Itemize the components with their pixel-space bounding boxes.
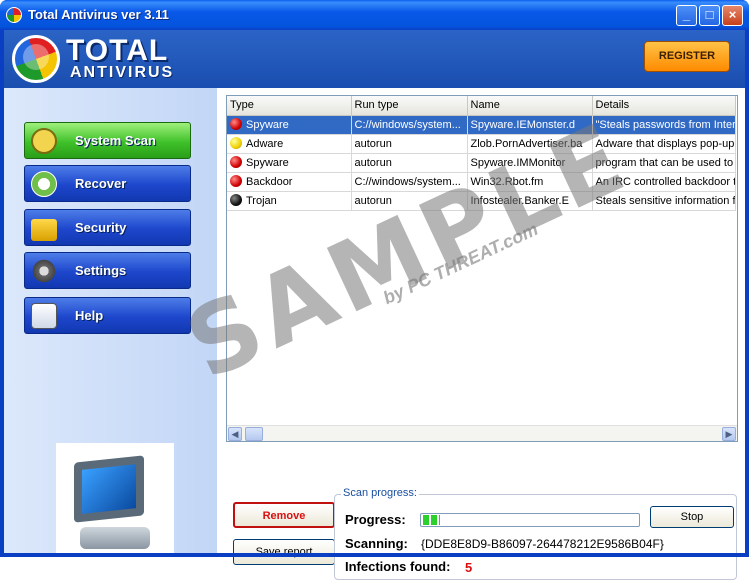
table-header-row: Type Run type Name Details	[227, 96, 736, 116]
recover-clock-icon	[31, 171, 57, 197]
type-text: Trojan	[246, 195, 277, 207]
gear-icon	[31, 258, 57, 284]
details-cell: program that can be used to	[592, 153, 736, 173]
table-row[interactable]: Spyware autorun Spyware.IMMonitor progra…	[227, 153, 736, 173]
app-globe-icon	[6, 7, 22, 23]
logo-title: TOTAL	[66, 34, 169, 67]
details-cell: Adware that displays pop-up	[592, 134, 736, 154]
nav-label: System Scan	[75, 133, 156, 148]
type-text: Spyware	[246, 119, 289, 131]
scan-progress-group: Scan progress: Progress: Stop Scanning: …	[334, 487, 737, 580]
run-type-cell: autorun	[351, 153, 468, 173]
severity-red-icon	[230, 156, 242, 168]
nav-label: Recover	[75, 176, 127, 191]
app-window: Total Antivirus ver 3.11 _ □ × TOTAL ANT…	[0, 0, 749, 580]
minimize-button[interactable]: _	[676, 5, 697, 26]
severity-red-icon	[230, 118, 242, 130]
window-bottom-border	[0, 553, 749, 557]
severity-black-icon	[230, 194, 242, 206]
nav-label: Help	[75, 308, 104, 323]
run-type-cell: autorun	[351, 191, 468, 211]
scan-progress-title: Scan progress:	[341, 487, 419, 499]
table-row[interactable]: Backdoor C://windows/system... Win32.Rbo…	[227, 172, 736, 192]
type-cell: Spyware	[227, 115, 352, 135]
scanning-value: {DDE8E8D9-B86097-264478212E9586B04F}	[421, 537, 664, 551]
infections-label: Infections found:	[345, 559, 451, 574]
client-area: TOTAL ANTIVIRUS REGISTER System Scan Rec…	[4, 30, 745, 580]
run-type-cell: C://windows/system...	[351, 115, 468, 135]
type-cell: Trojan	[227, 191, 352, 211]
logo-subtitle: ANTIVIRUS	[70, 64, 175, 81]
name-cell: Infostealer.Banker.E	[467, 191, 593, 211]
nav-label: Settings	[75, 263, 127, 278]
name-cell: Zlob.PornAdvertiser.ba	[467, 134, 593, 154]
register-button[interactable]: REGISTER	[644, 41, 730, 72]
type-cell: Spyware	[227, 153, 352, 173]
title-bar[interactable]: Total Antivirus ver 3.11 _ □ ×	[0, 0, 749, 30]
help-document-icon	[31, 303, 57, 329]
details-cell: An IRC controlled backdoor th	[592, 172, 736, 192]
name-cell: Spyware.IEMonster.d	[467, 115, 593, 135]
type-text: Spyware	[246, 157, 289, 169]
table-row[interactable]: Trojan autorun Infostealer.Banker.E Stea…	[227, 191, 736, 211]
sidebar: System Scan Recover Security Settings He…	[4, 88, 217, 561]
severity-yellow-icon	[230, 137, 242, 149]
app-header: TOTAL ANTIVIRUS REGISTER	[4, 30, 745, 88]
logo-globe-icon	[12, 35, 60, 83]
run-type-cell: C://windows/system...	[351, 172, 468, 192]
details-cell: Steals sensitive information fr	[592, 191, 736, 211]
monitor-screen	[74, 455, 144, 523]
details-cell: "Steals passwords from Inter	[592, 115, 736, 135]
close-button[interactable]: ×	[722, 5, 743, 26]
threat-list[interactable]: Type Run type Name Details Spyware C://w…	[226, 95, 738, 442]
column-header-name[interactable]: Name	[467, 96, 593, 116]
type-text: Adware	[246, 138, 284, 150]
nav-recover[interactable]: Recover	[24, 165, 191, 202]
scroll-right-arrow-icon[interactable]: ▶	[722, 427, 736, 441]
horizontal-scrollbar[interactable]: ◀ ▶	[227, 425, 737, 441]
threat-table: Type Run type Name Details Spyware C://w…	[227, 96, 736, 211]
infections-count: 5	[465, 560, 473, 575]
nav-label: Security	[75, 220, 127, 235]
scroll-thumb[interactable]	[245, 427, 263, 441]
name-cell: Win32.Rbot.fm	[467, 172, 593, 192]
padlock-icon	[31, 219, 57, 241]
window-title: Total Antivirus ver 3.11	[28, 7, 169, 22]
scroll-left-arrow-icon[interactable]: ◀	[228, 427, 242, 441]
type-cell: Backdoor	[227, 172, 352, 192]
nav-system-scan[interactable]: System Scan	[24, 122, 191, 159]
computer-monitor-icon	[56, 443, 174, 561]
stop-button[interactable]: Stop	[650, 506, 734, 528]
save-report-button[interactable]: Save report	[233, 539, 335, 565]
remove-button[interactable]: Remove	[233, 502, 335, 528]
type-cell: Adware	[227, 134, 352, 154]
table-row[interactable]: Spyware C://windows/system... Spyware.IE…	[227, 115, 736, 135]
name-cell: Spyware.IMMonitor	[467, 153, 593, 173]
nav-help[interactable]: Help	[24, 297, 191, 334]
run-type-cell: autorun	[351, 134, 468, 154]
scan-progress-bar	[420, 513, 640, 527]
scanning-label: Scanning:	[345, 536, 408, 551]
nav-settings[interactable]: Settings	[24, 252, 191, 289]
column-header-details[interactable]: Details	[592, 96, 736, 116]
nav-security[interactable]: Security	[24, 209, 191, 246]
type-text: Backdoor	[246, 176, 293, 188]
table-row[interactable]: Adware autorun Zlob.PornAdvertiser.ba Ad…	[227, 134, 736, 154]
column-header-run-type[interactable]: Run type	[351, 96, 468, 116]
column-header-type[interactable]: Type	[227, 96, 352, 116]
magnifier-icon	[31, 128, 57, 154]
progress-label: Progress:	[345, 512, 406, 527]
severity-red-icon	[230, 175, 242, 187]
progress-fill	[423, 515, 441, 525]
monitor-base	[80, 527, 150, 549]
maximize-button[interactable]: □	[699, 5, 720, 26]
main-panel: Type Run type Name Details Spyware C://w…	[217, 88, 745, 580]
